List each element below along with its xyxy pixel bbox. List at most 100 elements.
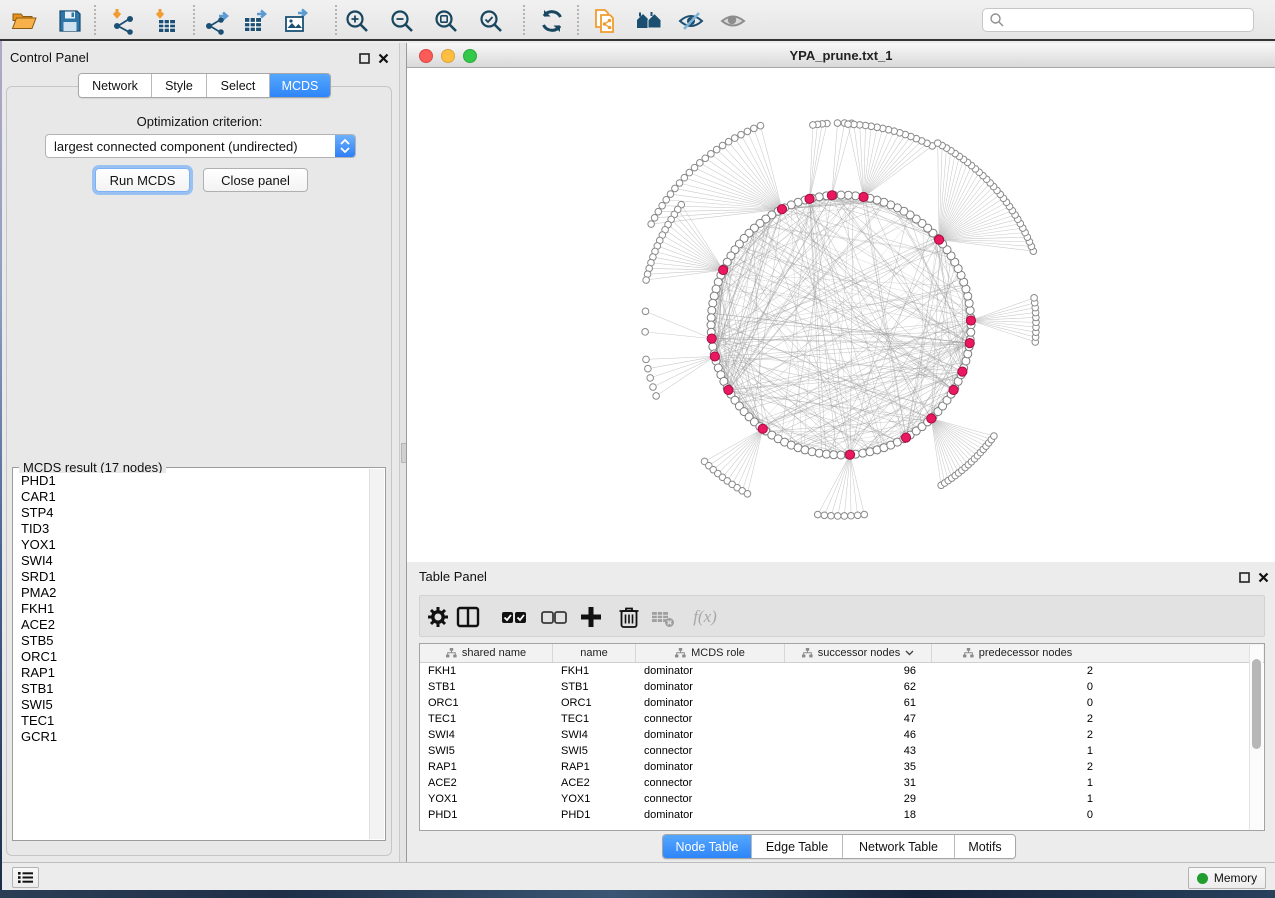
import-network-button[interactable] [109, 7, 137, 35]
table-row[interactable]: YOX1YOX1connector291 [420, 791, 1264, 807]
run-mcds-button[interactable]: Run MCDS [95, 168, 190, 192]
ring-node[interactable] [859, 449, 867, 457]
leaf-node[interactable] [814, 511, 821, 518]
save-session-button[interactable] [56, 7, 84, 35]
leaf-node[interactable] [653, 393, 660, 400]
leaf-node[interactable] [1031, 295, 1038, 302]
ring-node[interactable] [966, 306, 974, 314]
tab-network-table[interactable]: Network Table [843, 835, 955, 858]
ring-node[interactable] [709, 299, 717, 307]
leaf-node[interactable] [643, 277, 650, 284]
leaf-node[interactable] [744, 491, 751, 498]
table-settings-button[interactable] [424, 603, 452, 631]
hide-selected-button[interactable] [677, 7, 705, 35]
mcds-node[interactable] [707, 334, 716, 343]
mcds-result-item[interactable]: ORC1 [14, 649, 370, 665]
export-image-button[interactable] [282, 7, 310, 35]
column-header-predecessor-nodes[interactable]: predecessor nodes [932, 644, 1103, 662]
leaf-node[interactable] [667, 191, 674, 198]
table-row[interactable]: RAP1RAP1dominator352 [420, 759, 1264, 775]
export-network-button[interactable] [202, 7, 230, 35]
table-row[interactable]: SWI5SWI5connector431 [420, 743, 1264, 759]
leaf-node[interactable] [731, 135, 738, 142]
leaf-node[interactable] [713, 146, 720, 153]
leaf-node[interactable] [708, 151, 715, 158]
import-table-button[interactable] [152, 7, 180, 35]
leaf-node[interactable] [725, 138, 732, 145]
deselect-all-rows-button[interactable] [540, 603, 568, 631]
column-header-name[interactable]: name [553, 644, 636, 662]
leaf-node[interactable] [643, 356, 650, 363]
leaf-node[interactable] [751, 125, 758, 132]
mcds-result-item[interactable]: STB1 [14, 681, 370, 697]
tab-network[interactable]: Network [79, 74, 152, 97]
table-row[interactable]: PHD1PHD1dominator180 [420, 807, 1264, 823]
mcds-node[interactable] [710, 352, 719, 361]
leaf-node[interactable] [828, 512, 835, 519]
tab-motifs[interactable]: Motifs [955, 835, 1015, 858]
mcds-node[interactable] [901, 433, 910, 442]
clone-network-button[interactable] [591, 7, 619, 35]
mcds-node[interactable] [827, 191, 836, 200]
mcds-node[interactable] [805, 194, 814, 203]
tab-node-table[interactable]: Node Table [663, 835, 752, 858]
ring-node[interactable] [852, 192, 860, 200]
leaf-node[interactable] [672, 185, 679, 192]
mcds-result-item[interactable]: STB5 [14, 633, 370, 649]
leaf-node[interactable] [691, 164, 698, 171]
mcds-node[interactable] [777, 205, 786, 214]
table-row[interactable]: FKH1FKH1dominator962 [420, 663, 1264, 679]
leaf-node[interactable] [645, 365, 652, 372]
column-header-successor-nodes[interactable]: successor nodes [785, 644, 932, 662]
table-row[interactable]: STB1STB1dominator620 [420, 679, 1264, 695]
leaf-node[interactable] [845, 121, 852, 128]
show-all-button[interactable] [719, 7, 747, 35]
table-scrollbar[interactable] [1249, 645, 1263, 831]
table-row[interactable]: SWI4SWI4dominator462 [420, 727, 1264, 743]
mcds-result-item[interactable]: CAR1 [14, 489, 370, 505]
mcds-node[interactable] [859, 192, 868, 201]
leaf-node[interactable] [934, 140, 941, 147]
zoom-selected-button[interactable] [477, 7, 505, 35]
leaf-node[interactable] [834, 513, 841, 520]
leaf-node[interactable] [719, 142, 726, 149]
column-header-shared-name[interactable]: shared name [420, 644, 553, 662]
table-row[interactable]: TEC1TEC1connector472 [420, 711, 1264, 727]
mcds-node[interactable] [927, 414, 936, 423]
table-panel-float-button[interactable] [1239, 570, 1250, 588]
mcds-node[interactable] [965, 338, 974, 347]
ring-node[interactable] [967, 328, 975, 336]
mcds-node[interactable] [719, 265, 728, 274]
open-file-button[interactable] [10, 7, 38, 35]
leaf-node[interactable] [821, 512, 828, 519]
ring-node[interactable] [708, 306, 716, 314]
mcds-result-item[interactable]: SWI4 [14, 553, 370, 569]
zoom-in-button[interactable] [343, 7, 371, 35]
mcds-result-item[interactable]: TID3 [14, 521, 370, 537]
delete-column-button[interactable] [615, 603, 643, 631]
memory-button[interactable]: Memory [1188, 867, 1266, 889]
export-table-button[interactable] [241, 7, 269, 35]
table-panel-close-button[interactable] [1258, 570, 1269, 588]
leaf-node[interactable] [834, 120, 841, 127]
mcds-node[interactable] [935, 235, 944, 244]
close-panel-button[interactable]: Close panel [203, 168, 308, 192]
mcds-result-item[interactable]: SRD1 [14, 569, 370, 585]
mcds-result-item[interactable]: RAP1 [14, 665, 370, 681]
ring-node[interactable] [808, 448, 816, 456]
column-header-MCDS-role[interactable]: MCDS role [636, 644, 785, 662]
search-input[interactable] [1009, 12, 1253, 28]
leaf-node[interactable] [676, 180, 683, 187]
ring-node[interactable] [964, 350, 972, 358]
column-visibility-button[interactable] [454, 603, 482, 631]
network-canvas[interactable] [407, 68, 1275, 562]
leaf-node[interactable] [642, 329, 649, 336]
mcds-result-item[interactable]: TEC1 [14, 713, 370, 729]
mcds-result-item[interactable]: YOX1 [14, 537, 370, 553]
mcds-result-item[interactable]: FKH1 [14, 601, 370, 617]
leaf-node[interactable] [650, 384, 657, 391]
ring-node[interactable] [815, 449, 823, 457]
leaf-node[interactable] [651, 215, 658, 222]
refresh-button[interactable] [538, 7, 566, 35]
control-panel-float-button[interactable] [359, 51, 370, 69]
